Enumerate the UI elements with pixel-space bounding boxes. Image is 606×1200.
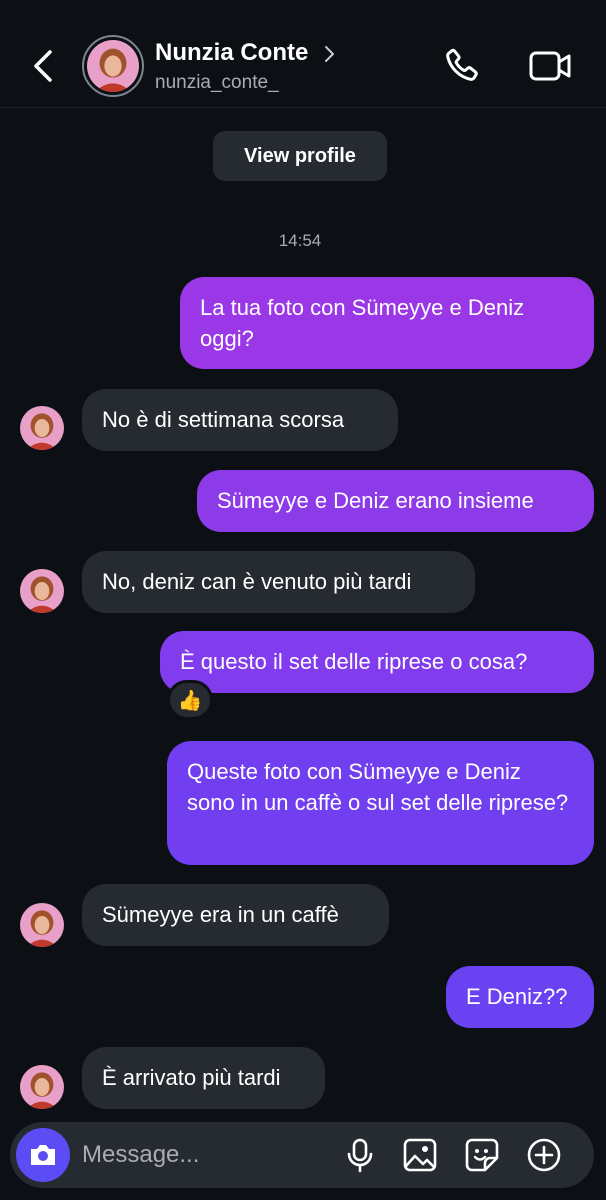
profile-avatar-button[interactable] [82,35,144,97]
audio-call-button[interactable] [441,46,481,86]
incoming-message[interactable]: Sümeyye era in un caffè [82,884,389,946]
incoming-message[interactable]: No, deniz can è venuto più tardi [82,551,475,613]
microphone-icon[interactable] [342,1137,378,1173]
video-call-button[interactable] [528,47,572,85]
avatar [87,40,139,92]
camera-button[interactable] [16,1128,70,1182]
message-input[interactable] [82,1122,342,1188]
contact-name[interactable]: Nunzia Conte [155,39,308,67]
outgoing-message[interactable]: Queste foto con Sümeyye e Deniz sono in … [167,741,594,865]
sticker-icon[interactable] [464,1137,500,1173]
back-button[interactable] [26,44,62,88]
message-timestamp: 14:54 [278,231,322,250]
add-icon[interactable] [526,1137,562,1173]
outgoing-message[interactable]: È questo il set delle riprese o cosa? [160,631,594,693]
chat-header: Nunzia Conte nunzia_conte_ [0,0,606,108]
incoming-message[interactable]: No è di settimana scorsa [82,389,398,451]
chevron-right-icon [325,46,334,62]
avatar [20,406,64,450]
gallery-icon[interactable] [402,1137,438,1173]
camera-icon [31,1145,55,1165]
phone-icon [446,48,478,81]
thumbs-up-icon: 👍 [177,689,203,712]
chevron-left-icon [34,50,52,82]
view-profile-button[interactable]: View profile [213,131,387,181]
message-composer [10,1122,594,1188]
incoming-message[interactable]: È arrivato più tardi [82,1047,325,1109]
outgoing-message[interactable]: La tua foto con Sümeyye e Deniz oggi? [180,277,594,369]
video-camera-icon [529,51,571,81]
avatar [20,569,64,613]
outgoing-message[interactable]: E Deniz?? [446,966,594,1028]
reaction-badge[interactable]: 👍 [167,680,213,720]
contact-username: nunzia_conte_ [155,72,279,93]
avatar [20,903,64,947]
avatar [20,1065,64,1109]
outgoing-message[interactable]: Sümeyye e Deniz erano insieme [197,470,594,532]
